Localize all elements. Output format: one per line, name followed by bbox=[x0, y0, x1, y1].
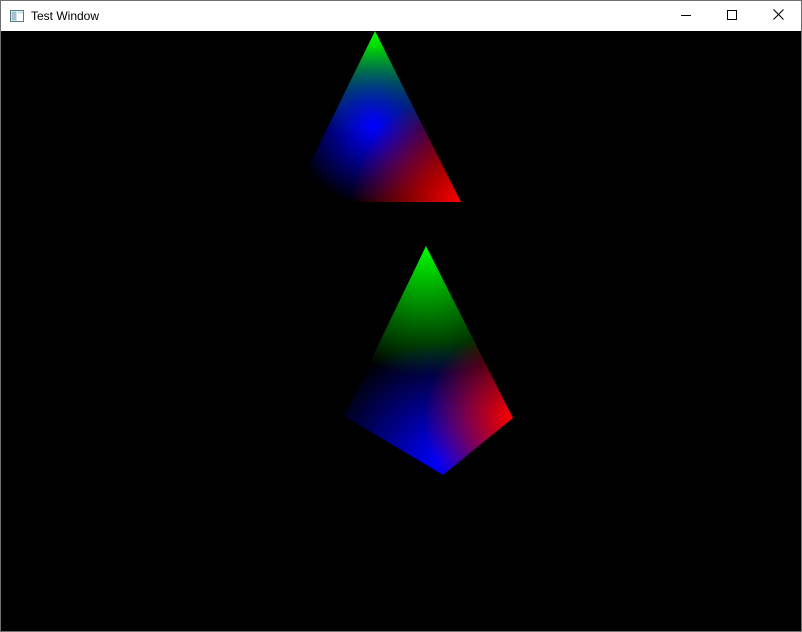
maximize-icon bbox=[727, 7, 737, 25]
minimize-button[interactable] bbox=[663, 1, 709, 31]
close-button[interactable] bbox=[755, 1, 801, 31]
maximize-button[interactable] bbox=[709, 1, 755, 31]
close-icon bbox=[772, 7, 784, 25]
minimize-icon bbox=[681, 7, 691, 25]
scene-canvas bbox=[291, 31, 513, 475]
rgb-pyramid bbox=[344, 246, 513, 475]
window-title: Test Window bbox=[31, 9, 100, 23]
window-icon bbox=[10, 9, 24, 22]
render-viewport[interactable] bbox=[1, 31, 801, 631]
title-bar[interactable]: Test Window bbox=[1, 1, 801, 31]
rgb-triangle bbox=[291, 31, 461, 202]
app-window: Test Window bbox=[0, 0, 802, 632]
